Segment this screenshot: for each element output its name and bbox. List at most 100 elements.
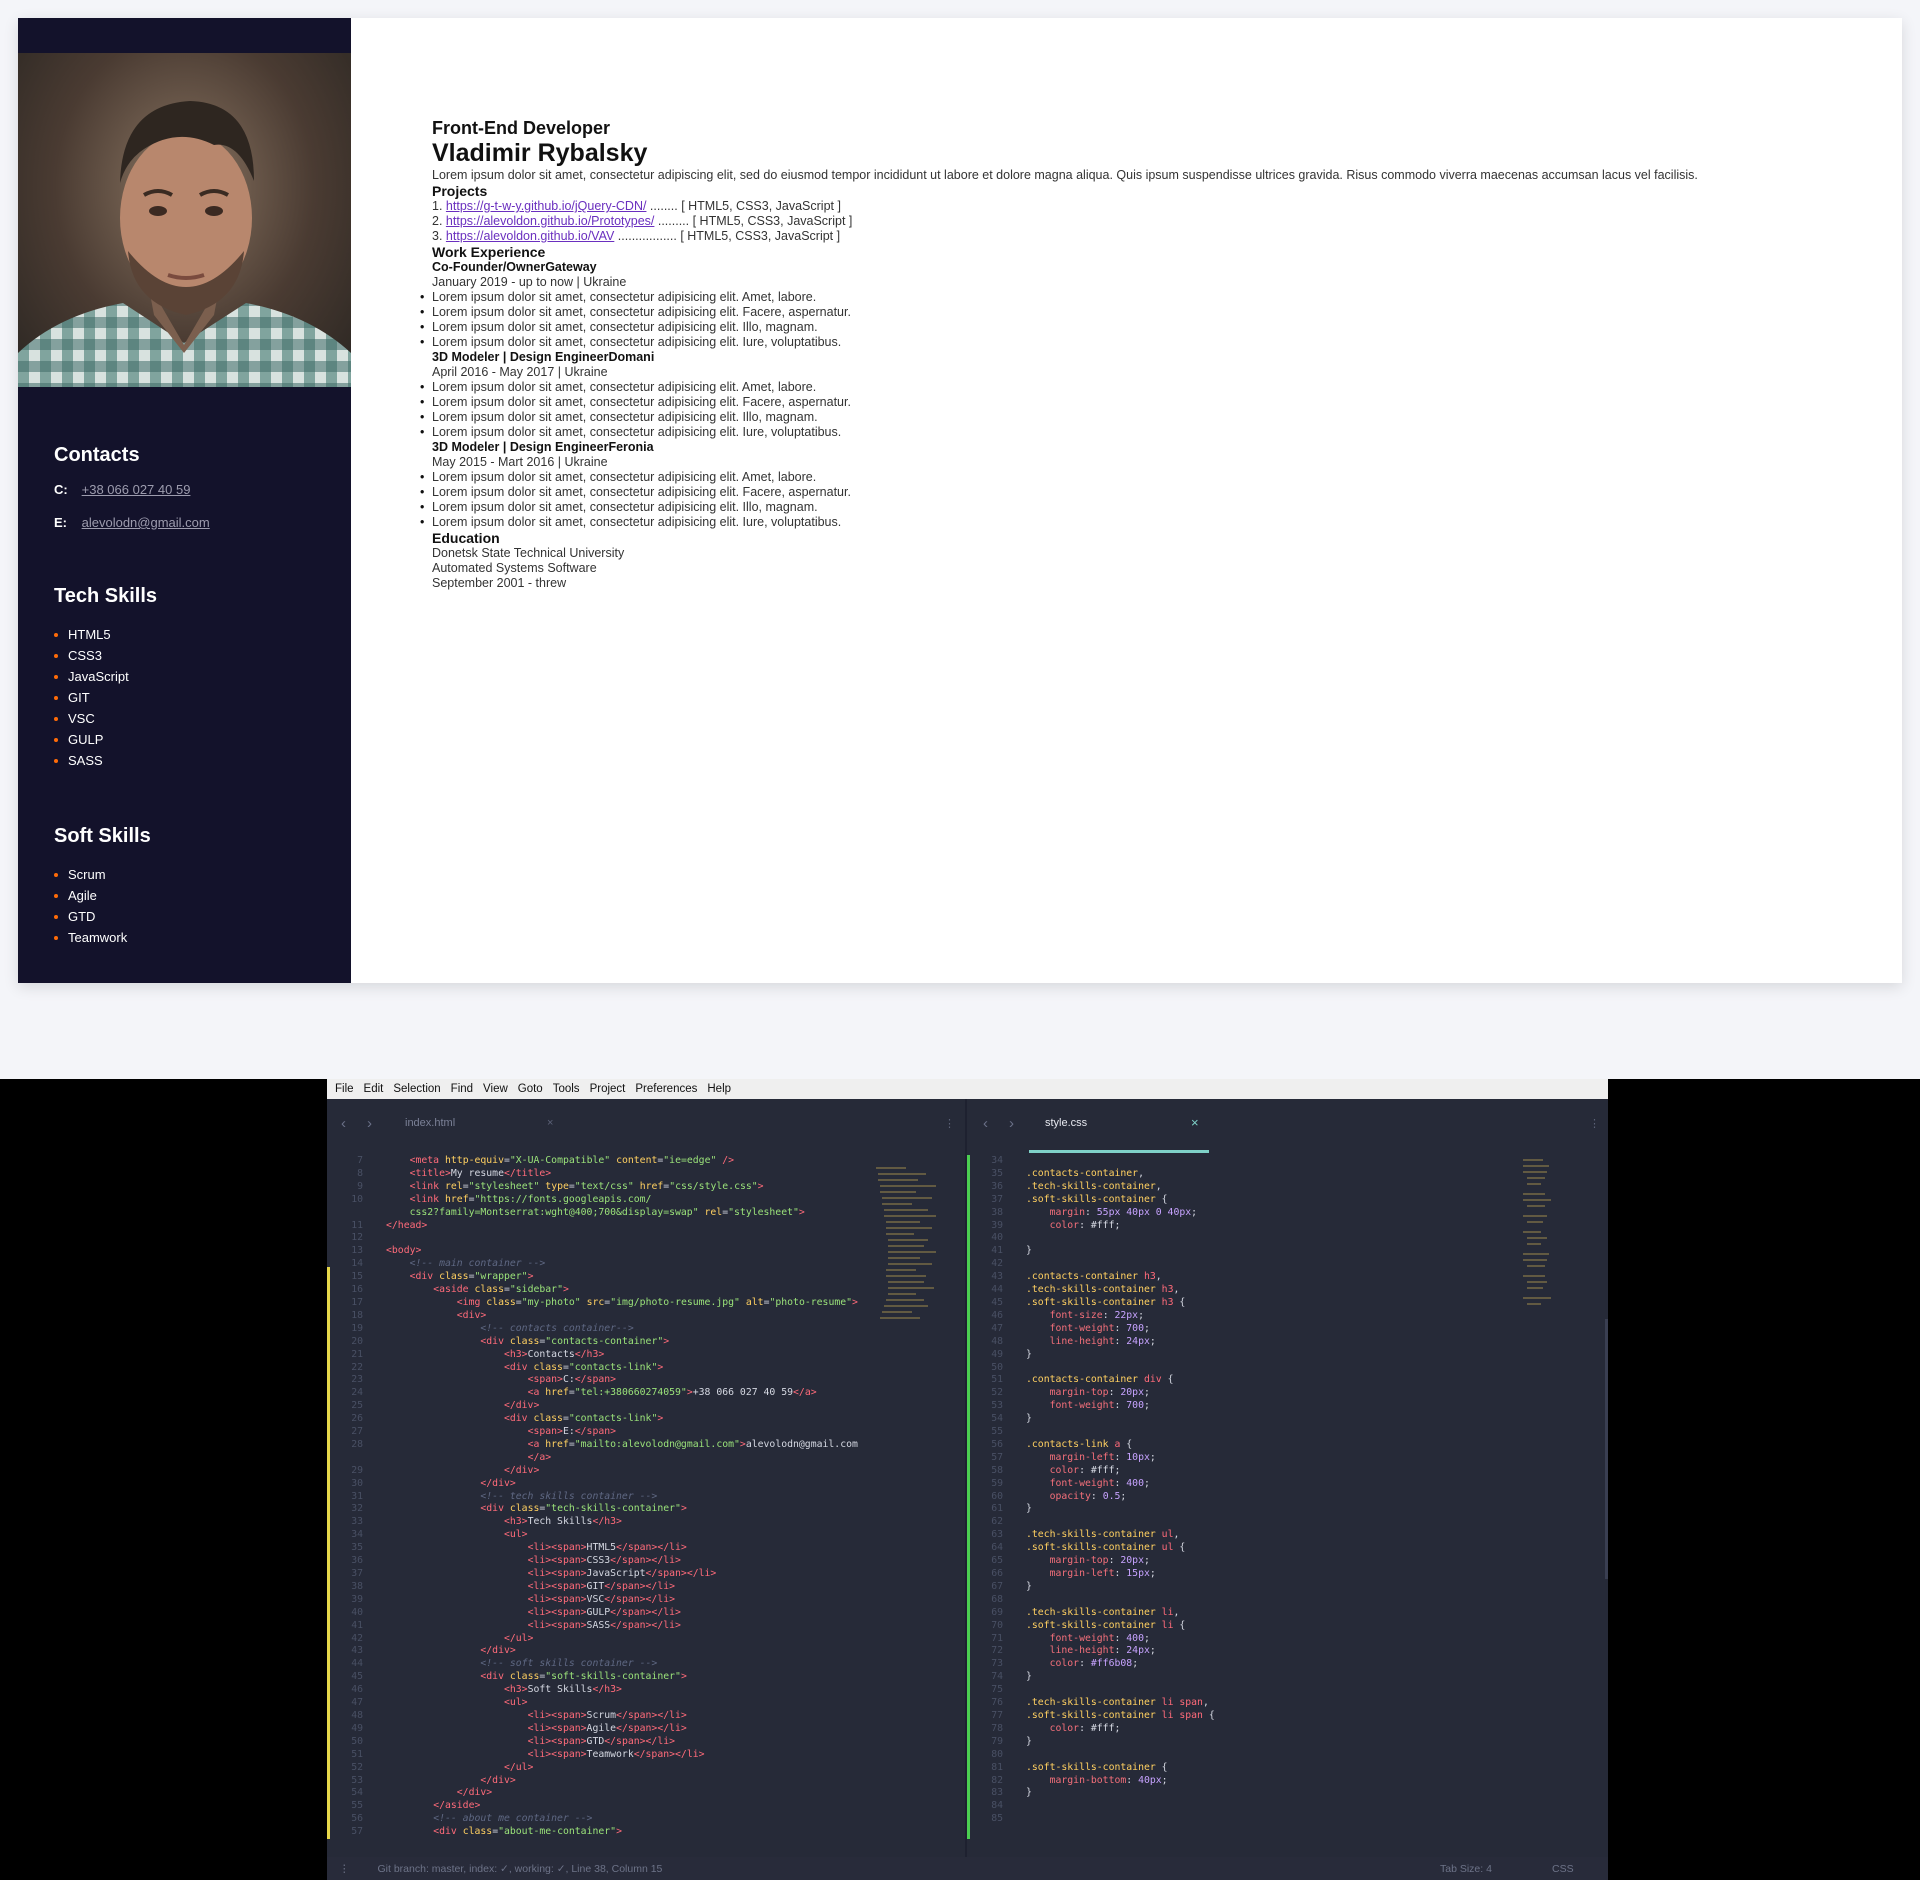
list-item: GTD xyxy=(54,906,127,927)
menu-view[interactable]: View xyxy=(483,1083,508,1095)
contact-email: E: alevolodn@gmail.com xyxy=(54,515,210,530)
list-item: JavaScript xyxy=(54,666,129,687)
syntax-mode[interactable]: CSS xyxy=(1552,1863,1574,1875)
list-item: Lorem ipsum dolor sit amet, consectetur … xyxy=(420,380,1822,395)
forward-icon[interactable]: › xyxy=(367,1115,372,1132)
education-title: Education xyxy=(432,530,500,546)
list-item: Lorem ipsum dolor sit amet, consectetur … xyxy=(420,290,1822,305)
list-item: Lorem ipsum dolor sit amet, consectetur … xyxy=(420,470,1822,485)
list-item: Lorem ipsum dolor sit amet, consectetur … xyxy=(420,515,1822,530)
job-title: 3D Modeler | Design EngineerDomani xyxy=(432,350,655,364)
editor-pane-html: ‹ › index.html × ⋮ 7 <meta http-equiv="X… xyxy=(327,1099,967,1857)
close-icon[interactable]: × xyxy=(1191,1115,1199,1130)
tab-bar-right: ‹ › style.css × ⋮ xyxy=(967,1099,1608,1156)
project-link[interactable]: https://alevoldon.github.io/Prototypes/ xyxy=(446,214,654,228)
menu-goto[interactable]: Goto xyxy=(518,1083,543,1095)
project-item: 1. https://g-t-w-y.github.io/jQuery-CDN/… xyxy=(432,199,1822,214)
tab-size[interactable]: Tab Size: 4 xyxy=(1440,1863,1492,1875)
job-title: Co-Founder/OwnerGateway xyxy=(432,260,597,274)
list-item: Lorem ipsum dolor sit amet, consectetur … xyxy=(420,320,1822,335)
list-item: SASS xyxy=(54,750,129,771)
contact-phone: C: +38 066 027 40 59 xyxy=(54,482,190,497)
job-duties: Lorem ipsum dolor sit amet, consectetur … xyxy=(420,470,1822,530)
education-line: September 2001 - threw xyxy=(432,576,567,590)
back-icon[interactable]: ‹ xyxy=(341,1115,346,1132)
list-item: Lorem ipsum dolor sit amet, consectetur … xyxy=(420,500,1822,515)
menu-preferences[interactable]: Preferences xyxy=(635,1083,697,1095)
forward-icon[interactable]: › xyxy=(1009,1115,1014,1132)
phone-link[interactable]: +38 066 027 40 59 xyxy=(82,482,191,497)
code-editor-window: File Edit Selection Find View Goto Tools… xyxy=(327,1079,1608,1880)
resume-main: Front-End Developer Vladimir Rybalsky Lo… xyxy=(432,118,1822,591)
tab-bar-left: ‹ › index.html × ⋮ xyxy=(327,1099,967,1156)
more-icon[interactable]: ⋮ xyxy=(944,1117,955,1130)
projects-title: Projects xyxy=(432,183,488,199)
project-tech: [ HTML5, CSS3, JavaScript ] xyxy=(681,199,841,213)
project-tech: [ HTML5, CSS3, JavaScript ] xyxy=(680,229,841,243)
soft-skills-list: Scrum Agile GTD Teamwork xyxy=(54,864,127,948)
job-duties: Lorem ipsum dolor sit amet, consectetur … xyxy=(420,290,1822,350)
status-bar: ⋮ Git branch: master, index: ✓, working:… xyxy=(327,1857,1608,1880)
email-link[interactable]: alevolodn@gmail.com xyxy=(82,515,210,530)
contact-email-label: E: xyxy=(54,515,67,530)
list-item: CSS3 xyxy=(54,645,129,666)
job-duties: Lorem ipsum dolor sit amet, consectetur … xyxy=(420,380,1822,440)
education-line: Donetsk State Technical University xyxy=(432,546,625,560)
menu-bar: File Edit Selection Find View Goto Tools… xyxy=(327,1079,1608,1099)
menu-find[interactable]: Find xyxy=(451,1083,473,1095)
editor-pane-css: ‹ › style.css × ⋮ 34 35 .contacts-contain… xyxy=(967,1099,1608,1857)
list-item: VSC xyxy=(54,708,129,729)
resume-sidebar: Contacts C: +38 066 027 40 59 E: alevolo… xyxy=(18,18,351,983)
back-icon[interactable]: ‹ xyxy=(983,1115,988,1132)
menu-icon[interactable]: ⋮ xyxy=(339,1863,350,1875)
project-num: 1. xyxy=(432,199,443,213)
job-period: May 2015 - Mart 2016 | Ukraine xyxy=(432,455,608,469)
person-name: Vladimir Rybalsky xyxy=(432,139,648,167)
tech-skills-list: HTML5 CSS3 JavaScript GIT VSC GULP SASS xyxy=(54,624,129,771)
project-dots: ................. xyxy=(614,229,681,243)
menu-file[interactable]: File xyxy=(335,1083,354,1095)
intro-text: Lorem ipsum dolor sit amet, consectetur … xyxy=(432,168,1698,182)
menu-tools[interactable]: Tools xyxy=(553,1083,580,1095)
project-item: 2. https://alevoldon.github.io/Prototype… xyxy=(432,214,1822,229)
git-status: Git branch: master, index: ✓, working: ✓… xyxy=(377,1862,663,1875)
project-num: 3. xyxy=(432,229,443,243)
job-period: January 2019 - up to now | Ukraine xyxy=(432,275,627,289)
menu-project[interactable]: Project xyxy=(590,1083,626,1095)
list-item: Lorem ipsum dolor sit amet, consectetur … xyxy=(420,485,1822,500)
menu-edit[interactable]: Edit xyxy=(364,1083,384,1095)
minimap-css[interactable] xyxy=(1523,1159,1583,1329)
list-item: Lorem ipsum dolor sit amet, consectetur … xyxy=(420,410,1822,425)
project-dots: ......... xyxy=(654,214,693,228)
css-code: 34 35 .contacts-container, 36 .tech-skills… xyxy=(991,1155,1215,1825)
job-role: Front-End Developer xyxy=(432,118,611,138)
project-dots: ........ xyxy=(646,199,682,213)
tab-style-css[interactable]: style.css xyxy=(1045,1117,1087,1129)
list-item: Lorem ipsum dolor sit amet, consectetur … xyxy=(420,395,1822,410)
more-icon[interactable]: ⋮ xyxy=(1589,1117,1600,1130)
list-item: Agile xyxy=(54,885,127,906)
menu-selection[interactable]: Selection xyxy=(393,1083,440,1095)
project-link[interactable]: https://alevoldon.github.io/VAV xyxy=(446,229,614,243)
html-code: 7 <meta http-equiv="X-UA-Compatible" con… xyxy=(351,1155,858,1838)
desktop-background-left xyxy=(0,1079,327,1880)
menu-help[interactable]: Help xyxy=(707,1083,731,1095)
soft-skills-title: Soft Skills xyxy=(54,825,151,847)
close-icon[interactable]: × xyxy=(547,1117,553,1129)
tab-index-html[interactable]: index.html xyxy=(405,1117,455,1129)
project-tech: [ HTML5, CSS3, JavaScript ] xyxy=(692,214,853,228)
projects-list: 1. https://g-t-w-y.github.io/jQuery-CDN/… xyxy=(432,199,1822,244)
project-link[interactable]: https://g-t-w-y.github.io/jQuery-CDN/ xyxy=(446,199,647,213)
profile-photo xyxy=(18,53,351,387)
resume-card: Contacts C: +38 066 027 40 59 E: alevolo… xyxy=(18,18,1902,983)
minimap-html[interactable] xyxy=(876,1167,936,1337)
desktop-background-right xyxy=(1608,1079,1920,1880)
list-item: GIT xyxy=(54,687,129,708)
education-line: Automated Systems Software xyxy=(432,561,597,575)
list-item: HTML5 xyxy=(54,624,129,645)
list-item: Teamwork xyxy=(54,927,127,948)
list-item: Lorem ipsum dolor sit amet, consectetur … xyxy=(420,335,1822,350)
tech-skills-title: Tech Skills xyxy=(54,585,158,607)
project-num: 2. xyxy=(432,214,443,228)
scrollbar-thumb[interactable] xyxy=(1605,1319,1608,1579)
